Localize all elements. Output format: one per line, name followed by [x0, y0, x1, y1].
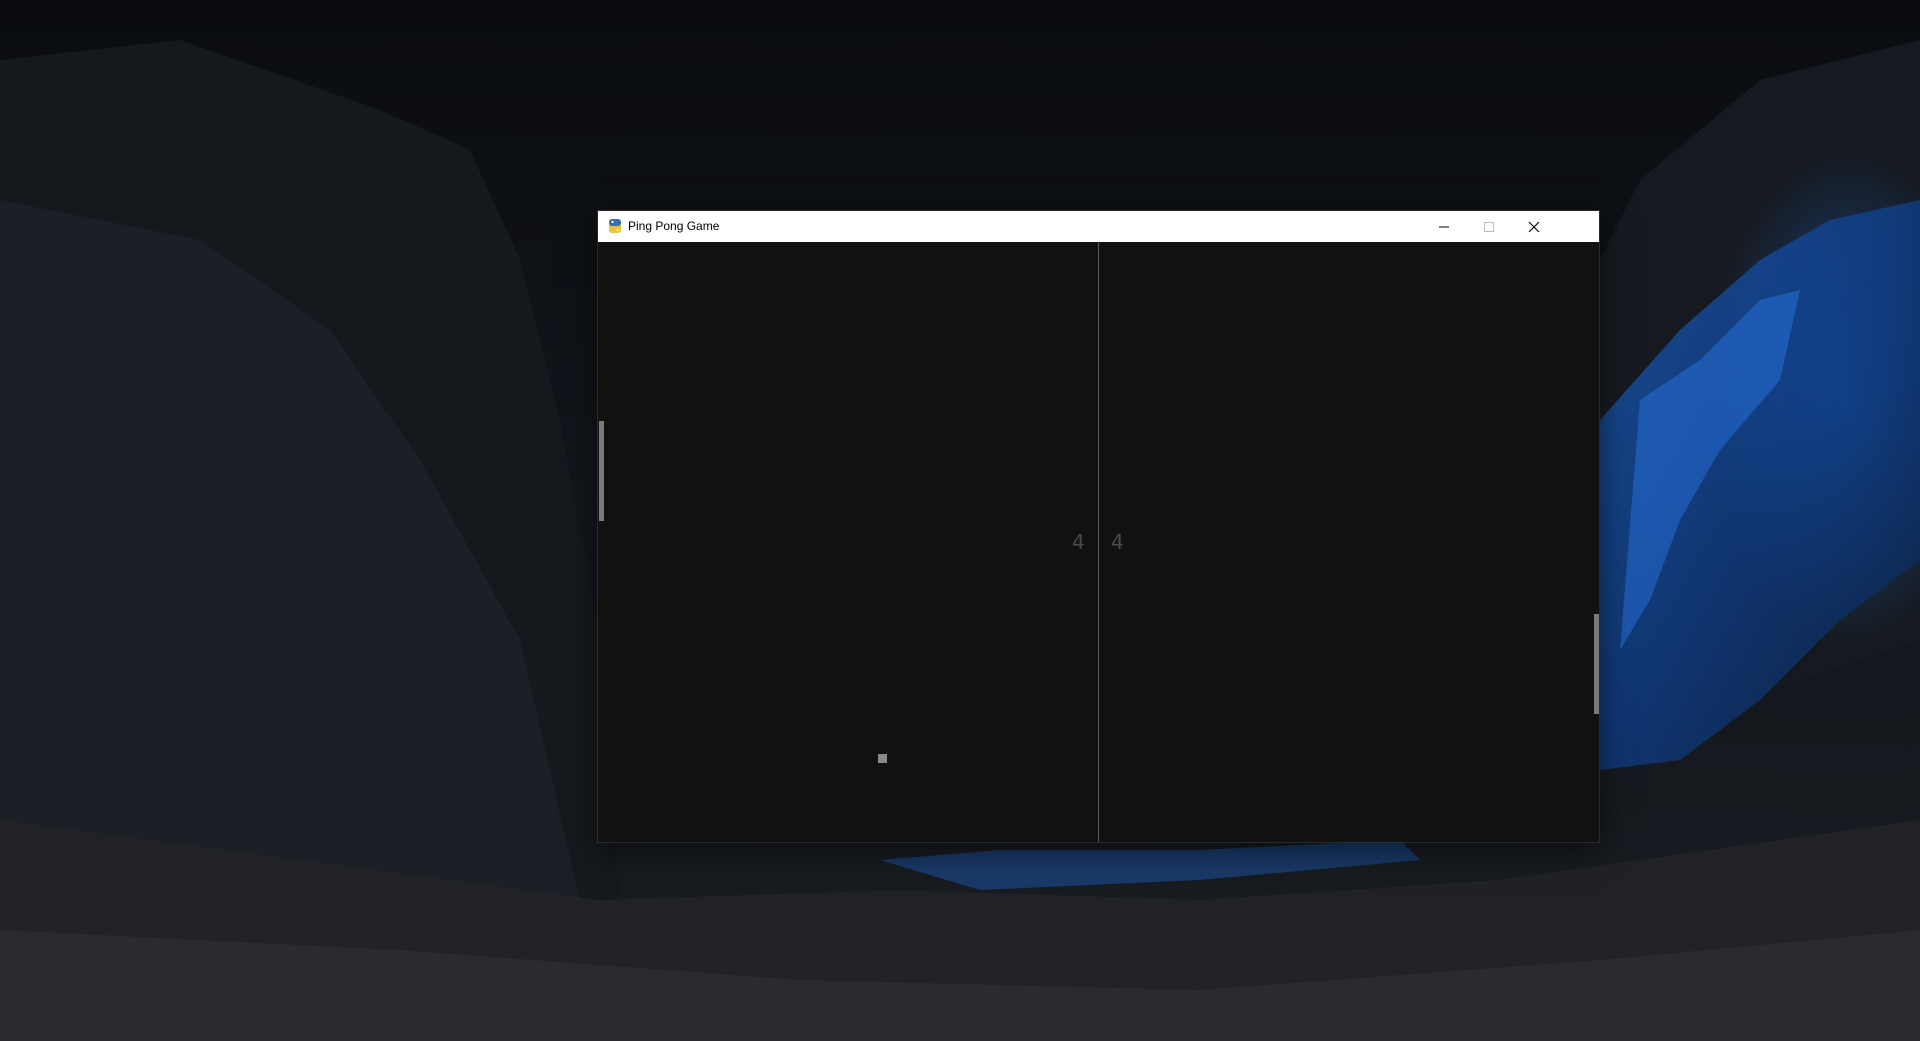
- left-paddle: [599, 421, 604, 521]
- maximize-icon: [1484, 222, 1494, 232]
- left-player-score: 4: [1072, 530, 1085, 554]
- right-player-score: 4: [1111, 530, 1124, 554]
- close-button[interactable]: [1512, 211, 1557, 242]
- minimize-icon: [1439, 226, 1449, 228]
- center-net-line: [1098, 242, 1099, 842]
- window-title: Ping Pong Game: [628, 219, 720, 233]
- minimize-button[interactable]: [1422, 211, 1467, 242]
- close-icon: [1528, 221, 1540, 233]
- maximize-button[interactable]: [1467, 211, 1512, 242]
- title-bar[interactable]: Ping Pong Game: [598, 211, 1599, 242]
- desktop: Ping Pong Game 4 4: [0, 0, 1920, 1041]
- ball: [878, 754, 887, 763]
- game-canvas[interactable]: 4 4: [598, 242, 1599, 842]
- app-window: Ping Pong Game 4 4: [598, 211, 1599, 842]
- right-paddle: [1594, 614, 1599, 714]
- python-icon: [609, 219, 621, 233]
